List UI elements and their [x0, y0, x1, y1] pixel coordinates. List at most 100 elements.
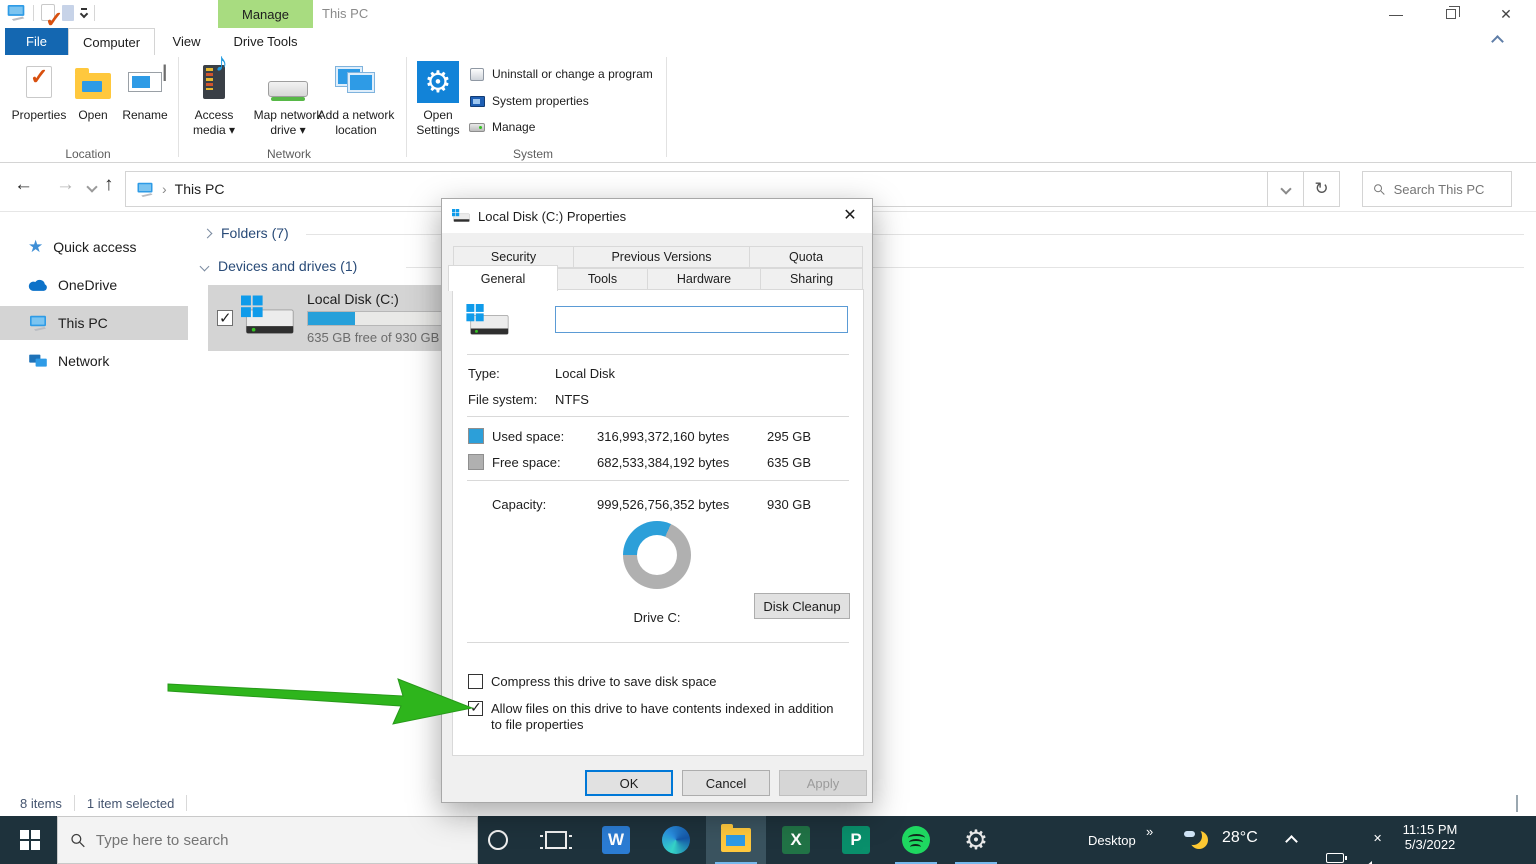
apply-button[interactable]: Apply — [779, 770, 867, 796]
tab-quota[interactable]: Quota — [749, 246, 863, 268]
back-icon[interactable]: ← — [14, 174, 33, 196]
qat-customize-icon[interactable] — [79, 8, 89, 19]
free-space-label: Free space: — [492, 455, 561, 470]
breadcrumb-this-pc[interactable]: This PC — [175, 181, 225, 197]
maximize-button[interactable] — [1428, 0, 1474, 28]
qat-properties-icon[interactable] — [41, 4, 63, 33]
tab-sharing[interactable]: Sharing — [760, 268, 863, 290]
open-button[interactable]: Open — [70, 59, 116, 123]
sidebar-item-this-pc[interactable]: This PC — [0, 306, 188, 340]
dialog-titlebar: Local Disk (C:) Properties ✕ — [442, 199, 872, 233]
taskbar: W X P ⚙ Desktop » 28°C ✕ 11:15 PM 5/3/20… — [0, 816, 1536, 864]
tab-previous-versions[interactable]: Previous Versions — [573, 246, 750, 268]
system-properties-label: System properties — [492, 94, 589, 108]
address-dropdown-icon[interactable] — [1267, 172, 1303, 206]
close-button[interactable]: ✕ — [1483, 0, 1529, 28]
tab-view[interactable]: View — [155, 28, 218, 55]
taskbar-search-input[interactable] — [95, 831, 465, 849]
hidden-icons-chevron-icon[interactable] — [1285, 835, 1298, 848]
edge-button[interactable] — [646, 816, 706, 864]
disk-cleanup-button[interactable]: Disk Cleanup — [754, 593, 850, 619]
ribbon-tab-manage[interactable]: Manage — [218, 0, 313, 28]
access-media-label2: media ▾ — [192, 123, 236, 137]
quick-access-toolbar — [6, 4, 95, 33]
cancel-button[interactable]: Cancel — [682, 770, 770, 796]
devices-group-header[interactable]: Devices and drives (1) — [199, 258, 357, 274]
system-properties-icon — [468, 93, 486, 109]
settings-gear-icon: ⚙ — [417, 61, 459, 103]
taskbar-search[interactable] — [57, 816, 478, 864]
open-settings-button[interactable]: ⚙ Open Settings — [412, 59, 464, 138]
access-media-button[interactable]: ♪ Access media ▾ — [184, 49, 244, 138]
uninstall-program-button[interactable]: Uninstall or change a program — [468, 66, 653, 82]
properties-icon — [26, 66, 52, 98]
qat-newfolder-icon[interactable] — [62, 4, 74, 21]
group-separator — [178, 57, 179, 157]
settings-button[interactable]: ⚙ — [946, 816, 1006, 864]
file-explorer-button[interactable] — [706, 816, 766, 864]
refresh-icon[interactable]: ↻ — [1303, 172, 1339, 206]
manage-label: Manage — [492, 120, 536, 134]
properties-button[interactable]: Properties — [10, 59, 68, 123]
capacity-donut — [623, 521, 691, 589]
clock[interactable]: 11:15 PM 5/3/2022 — [1393, 822, 1467, 852]
spotify-button[interactable] — [886, 816, 946, 864]
capacity-label: Capacity: — [492, 497, 547, 512]
taskbar-search-icon — [71, 833, 85, 847]
excel-button[interactable]: X — [766, 816, 826, 864]
sidebar-item-onedrive[interactable]: OneDrive — [0, 268, 188, 302]
tab-hardware[interactable]: Hardware — [647, 268, 761, 290]
separator-3 — [467, 480, 849, 481]
compress-label[interactable]: Compress this drive to save disk space — [491, 674, 843, 689]
ribbon-tab-row: File Computer View Drive Tools ? — [0, 28, 1536, 78]
cortana-button[interactable] — [468, 816, 528, 864]
time-label: 11:15 PM — [1402, 822, 1458, 837]
tab-tools[interactable]: Tools — [557, 268, 648, 290]
ok-button[interactable]: OK — [585, 770, 673, 796]
rename-button[interactable]: Rename — [118, 59, 172, 123]
maximize-icon — [1446, 6, 1460, 19]
sidebar-item-network[interactable]: Network — [0, 344, 188, 378]
start-button[interactable] — [0, 816, 60, 864]
publisher-button[interactable]: P — [826, 816, 886, 864]
task-view-icon — [540, 831, 572, 849]
manage-button[interactable]: Manage — [468, 119, 535, 135]
up-icon[interactable]: ↑ — [104, 174, 114, 196]
tile-checkbox[interactable] — [217, 309, 233, 327]
this-pc-icon — [137, 182, 153, 197]
tab-computer[interactable]: Computer — [68, 28, 155, 55]
task-view-button[interactable] — [526, 816, 586, 864]
minimize-ribbon-icon[interactable] — [1491, 35, 1504, 48]
thumbnail-view-icon[interactable] — [1516, 794, 1518, 812]
local-disk-icon — [241, 295, 294, 334]
tab-general[interactable]: General — [448, 265, 558, 291]
capacity-size: 930 GB — [767, 497, 812, 512]
items-count: 8 items — [20, 795, 62, 811]
dialog-close-icon[interactable]: ✕ — [828, 199, 872, 231]
uninstall-icon — [468, 66, 486, 82]
uninstall-label: Uninstall or change a program — [492, 67, 653, 81]
tab-drive-tools[interactable]: Drive Tools — [218, 28, 313, 55]
desktop-toolbar-label[interactable]: Desktop — [1088, 833, 1136, 848]
search-box[interactable] — [1362, 171, 1512, 207]
separator-1 — [467, 354, 849, 355]
search-input[interactable] — [1393, 181, 1501, 197]
battery-icon[interactable] — [1326, 853, 1347, 863]
tab-file[interactable]: File — [5, 28, 68, 55]
forward-icon[interactable]: → — [56, 174, 75, 196]
system-menu-pc-icon[interactable] — [6, 4, 26, 21]
index-label[interactable]: Allow files on this drive to have conten… — [491, 701, 843, 733]
sidebar-item-quick-access[interactable]: ★ Quick access — [0, 230, 188, 264]
weather-moon-icon[interactable] — [1184, 831, 1208, 849]
volume-label-input[interactable] — [555, 306, 848, 333]
folders-group-header[interactable]: Folders (7) — [202, 225, 289, 241]
recent-locations-icon[interactable] — [86, 181, 98, 193]
temperature-label[interactable]: 28°C — [1222, 829, 1258, 847]
toolbar-chevron-icon[interactable]: » — [1146, 824, 1153, 839]
system-properties-button[interactable]: System properties — [468, 93, 589, 109]
taskbar-settings-gear-icon: ⚙ — [963, 824, 989, 855]
dialog-drive-icon — [452, 208, 470, 222]
word-button[interactable]: W — [586, 816, 646, 864]
add-network-location-button[interactable]: Add a network location — [312, 59, 400, 138]
minimize-button[interactable]: — — [1373, 0, 1419, 28]
